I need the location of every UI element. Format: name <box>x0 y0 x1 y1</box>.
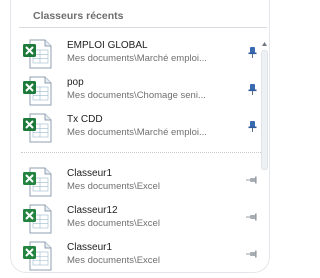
unpinned-pin-icon[interactable] <box>245 173 259 187</box>
document-path: Mes documents\Marché emploi... <box>67 53 207 64</box>
document-name: Classeur1 <box>67 242 113 253</box>
pinned-separator <box>21 152 265 153</box>
recent-document-item[interactable]: Classeur1 Mes documents\Excel <box>21 239 259 272</box>
recent-workbooks-header: Classeurs récents <box>33 10 124 22</box>
excel-file-icon <box>23 113 52 143</box>
recent-document-item[interactable]: Classeur12 Mes documents\Excel <box>21 202 259 239</box>
pinned-pin-icon[interactable] <box>245 45 259 59</box>
unpinned-pin-icon[interactable] <box>245 247 259 261</box>
document-path: Mes documents\Excel <box>67 181 160 192</box>
excel-file-icon <box>23 76 52 106</box>
vertical-scrollbar[interactable] <box>261 40 268 260</box>
recent-document-item[interactable]: pop Mes documents\Chomage seni... <box>21 74 259 111</box>
document-name: Classeur12 <box>67 205 118 216</box>
recent-document-item[interactable]: Classeur1 Mes documents\Excel <box>21 165 259 202</box>
unpinned-pin-icon[interactable] <box>245 210 259 224</box>
document-path: Mes documents\Excel <box>67 255 160 266</box>
document-path: Mes documents\Chomage seni... <box>67 90 206 101</box>
excel-file-icon <box>23 39 52 69</box>
excel-workbook-icon <box>23 204 52 234</box>
document-name: pop <box>67 77 84 88</box>
recent-document-item[interactable]: EMPLOI GLOBAL Mes documents\Marché emplo… <box>21 37 259 74</box>
recent-workbooks-panel: Classeurs récents EMPLOI GLOBAL Mes docu… <box>10 0 270 273</box>
recent-document-item[interactable]: Tx CDD Mes documents\Marché emploi... <box>21 111 259 148</box>
excel-workbook-icon <box>23 167 52 197</box>
scroll-up-arrow-icon[interactable] <box>261 40 268 48</box>
pinned-pin-icon[interactable] <box>245 119 259 133</box>
scrollbar-thumb[interactable] <box>261 50 268 170</box>
document-name: EMPLOI GLOBAL <box>67 40 148 51</box>
document-name: Tx CDD <box>67 114 103 125</box>
document-path: Mes documents\Marché emploi... <box>67 127 207 138</box>
document-path: Mes documents\Excel <box>67 218 160 229</box>
header-divider <box>19 27 267 28</box>
recent-documents-list: EMPLOI GLOBAL Mes documents\Marché emplo… <box>21 37 265 272</box>
pinned-pin-icon[interactable] <box>245 82 259 96</box>
document-name: Classeur1 <box>67 168 113 179</box>
excel-workbook-icon <box>23 241 52 271</box>
